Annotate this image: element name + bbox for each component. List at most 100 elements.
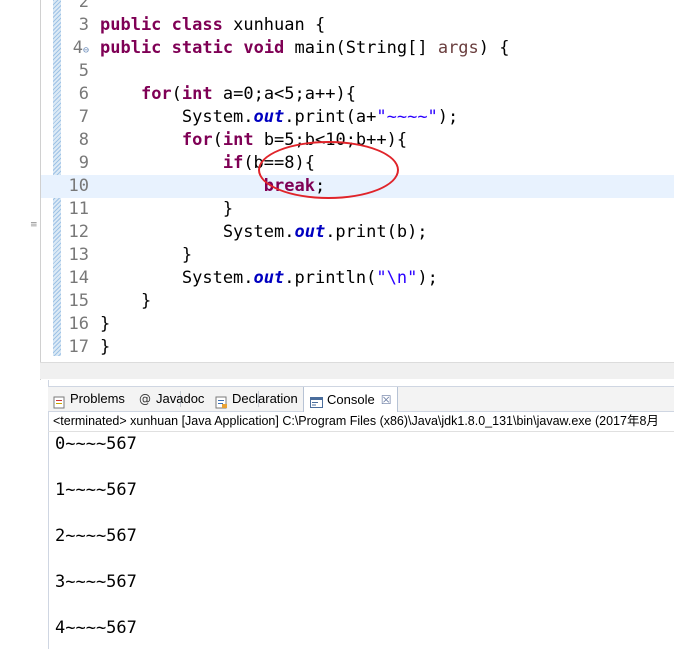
line-number: 5 xyxy=(78,61,89,81)
tab-declaration[interactable]: Declaration xyxy=(215,387,298,411)
fold-collapse-icon[interactable]: ⊖ xyxy=(83,45,89,56)
tab-javadoc-label: Javadoc xyxy=(156,391,205,406)
tab-declaration-label: Declaration xyxy=(232,391,298,406)
line-number: 10 xyxy=(68,176,89,196)
code-token: "~~~~" xyxy=(376,107,438,127)
code-token: void xyxy=(243,38,285,58)
code-token: int xyxy=(222,130,254,150)
line-number: 3 xyxy=(78,15,89,35)
console-process-label: <terminated> xunhuan [Java Application] … xyxy=(53,414,659,428)
code-token: public xyxy=(100,38,162,58)
tab-problems[interactable]: Problems xyxy=(53,387,125,411)
code-token: System. xyxy=(100,107,254,127)
line-number: 7 xyxy=(78,107,89,127)
code-line[interactable]: 17} xyxy=(41,336,674,359)
console-line: 3~~~~567 xyxy=(55,572,137,592)
line-number: 6 xyxy=(78,84,89,104)
sash-grip-icon[interactable]: ≡ xyxy=(30,221,38,232)
highlight-ellipse xyxy=(258,141,399,199)
line-number: 13 xyxy=(68,245,89,265)
code-line[interactable]: 2 xyxy=(41,0,674,14)
console-output[interactable]: 0~~~~567 1~~~~567 2~~~~567 3~~~~567 4~~~~567 xyxy=(48,431,674,650)
tab-problems-label: Problems xyxy=(70,391,125,406)
code-token: a=0;a<5;a++){ xyxy=(212,84,356,104)
javadoc-icon: @ xyxy=(139,391,151,406)
line-number: 2 xyxy=(78,0,89,12)
code-token: main(String[] xyxy=(284,38,438,58)
line-number: 4⊖ xyxy=(72,38,89,58)
line-number: 16 xyxy=(68,314,89,334)
code-token: public xyxy=(100,15,162,35)
code-token: System. xyxy=(100,222,295,242)
code-token: ( xyxy=(212,130,223,150)
line-number: 8 xyxy=(78,130,89,150)
code-line[interactable]: 3 public class xunhuan { xyxy=(41,14,674,37)
code-line[interactable]: 13 } xyxy=(41,244,674,267)
code-editor[interactable]: 2 3 public class xunhuan {4⊖ public static … xyxy=(40,0,674,380)
code-text: public class xunhuan { xyxy=(100,14,325,37)
code-token: } xyxy=(100,199,234,219)
code-token: ); xyxy=(417,268,438,288)
views-tabbar: Problems @ Javadoc Declaration Console ☒ xyxy=(48,386,674,412)
console-line: 0~~~~567 xyxy=(55,434,137,454)
tab-console[interactable]: Console ☒ xyxy=(303,387,399,412)
code-text: } xyxy=(100,198,233,221)
console-line: 1~~~~567 xyxy=(55,480,137,500)
declaration-icon xyxy=(215,393,228,408)
code-token: ); xyxy=(437,107,459,127)
code-line[interactable]: 11 } xyxy=(41,198,674,221)
tab-javadoc[interactable]: @ Javadoc xyxy=(139,387,204,411)
code-token: int xyxy=(181,84,213,104)
outer-gutter: ≡ xyxy=(0,0,40,649)
code-token: ) { xyxy=(478,38,510,58)
tab-console-label: Console xyxy=(327,391,375,407)
code-line[interactable]: 4⊖ public static void main(String[] args)… xyxy=(41,37,674,60)
console-icon xyxy=(310,393,323,408)
code-text: } xyxy=(100,336,110,359)
code-text: } xyxy=(100,313,110,336)
code-line[interactable]: 6 for(int a=0;a<5;a++){ xyxy=(41,83,674,106)
code-line[interactable]: 7 System.out.print(a+"~~~~"); xyxy=(41,106,674,129)
code-text: System.out.print(a+"~~~~"); xyxy=(100,106,458,129)
code-token: } xyxy=(100,314,111,334)
code-token: .println( xyxy=(284,268,377,288)
line-number: 17 xyxy=(68,337,89,357)
code-token: if xyxy=(222,153,244,173)
code-token: ( xyxy=(171,84,182,104)
code-token: } xyxy=(100,245,193,265)
code-token: args xyxy=(437,38,479,58)
code-token: .print(a+ xyxy=(284,107,377,127)
code-token: static xyxy=(171,38,234,58)
line-number: 11 xyxy=(68,199,89,219)
line-number: 14 xyxy=(68,268,89,288)
code-text: for(int a=0;a<5;a++){ xyxy=(100,83,356,106)
code-text: } xyxy=(100,244,192,267)
code-line[interactable]: 5 xyxy=(41,60,674,83)
code-line[interactable]: 12 System.out.print(b); xyxy=(41,221,674,244)
code-token: for xyxy=(181,130,213,150)
code-line[interactable]: 14 System.out.println("\n"); xyxy=(41,267,674,290)
console-line: 2~~~~567 xyxy=(55,526,137,546)
code-text: System.out.println("\n"); xyxy=(100,267,438,290)
code-token: out xyxy=(294,222,326,242)
problems-icon xyxy=(53,393,66,408)
close-tab-icon[interactable]: ☒ xyxy=(381,388,392,412)
line-number: 9 xyxy=(78,153,89,173)
code-token: .print(b); xyxy=(325,222,428,242)
code-token: xunhuan { xyxy=(222,15,326,35)
code-token: } xyxy=(100,291,152,311)
editor-horizontal-scrollbar[interactable] xyxy=(40,362,674,379)
console-line: 4~~~~567 xyxy=(55,618,137,638)
code-token: out xyxy=(253,268,285,288)
line-number: 15 xyxy=(68,291,89,311)
code-line[interactable]: 16} xyxy=(41,313,674,336)
code-line[interactable]: 15 } xyxy=(41,290,674,313)
code-token: } xyxy=(100,337,111,357)
